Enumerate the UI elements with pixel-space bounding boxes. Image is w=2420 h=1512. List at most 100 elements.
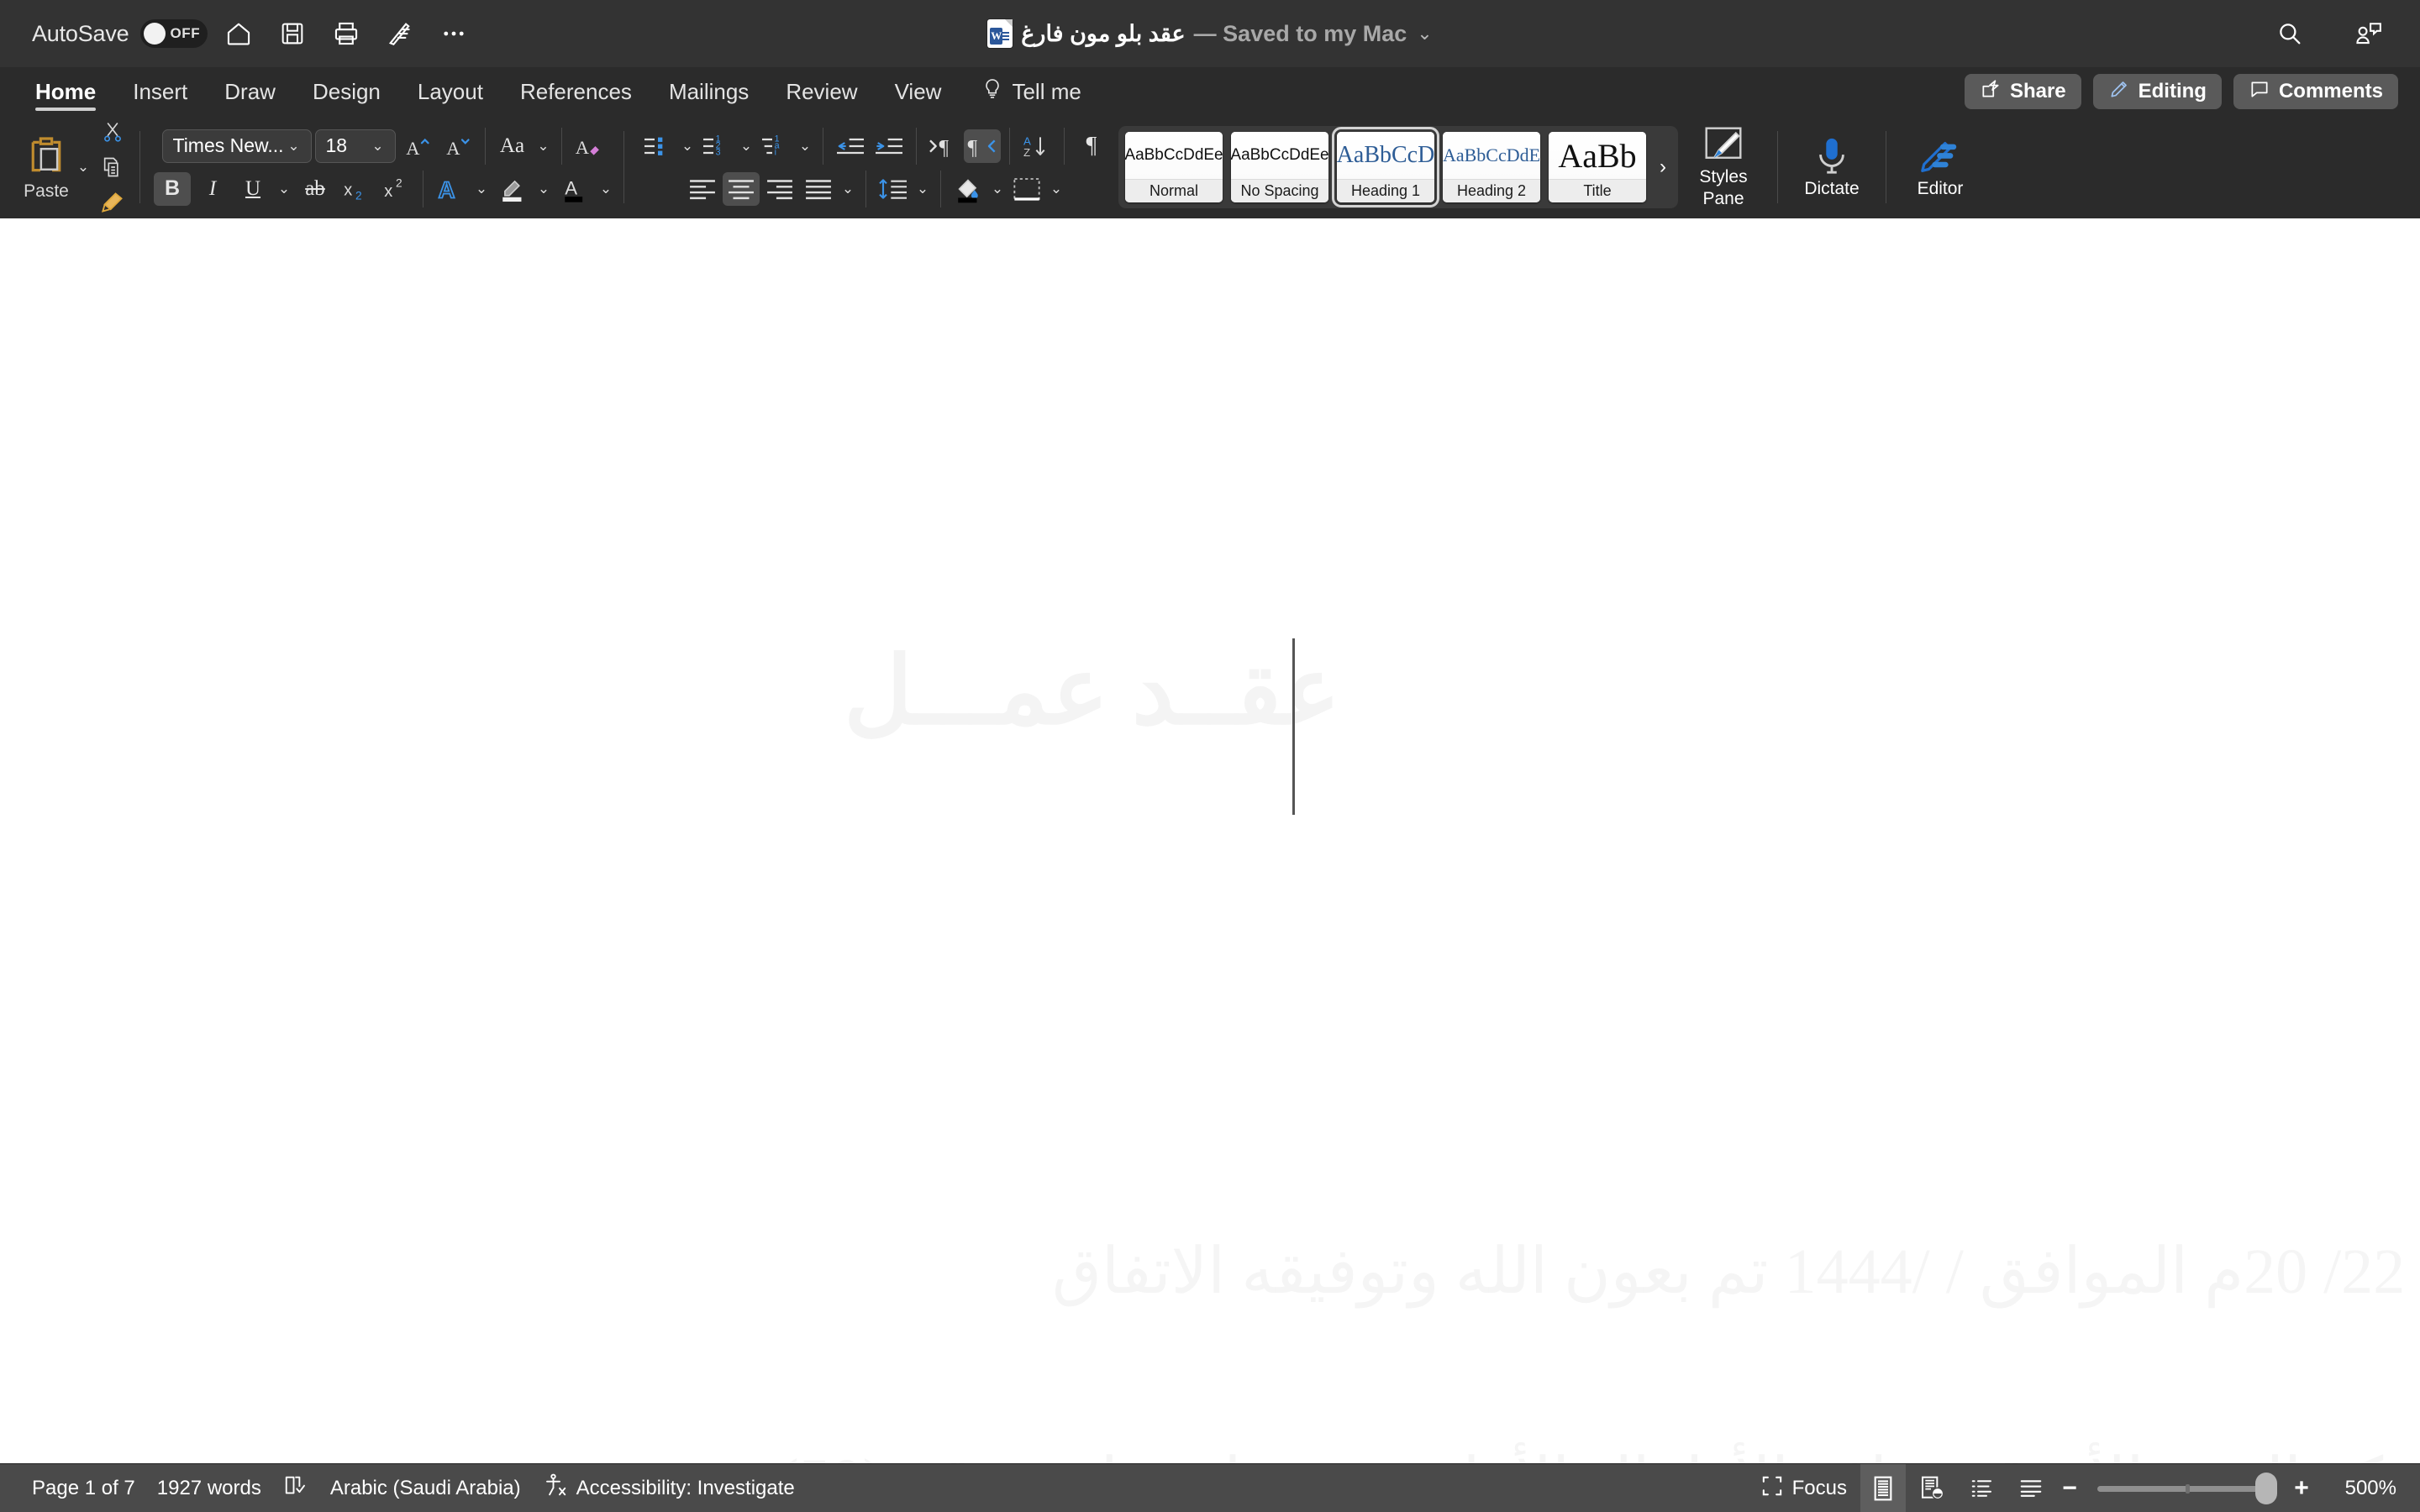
justify-chevron-icon[interactable]: ⌄ [839, 181, 857, 197]
save-icon[interactable] [270, 11, 315, 56]
align-right-icon[interactable] [761, 172, 798, 206]
home-icon[interactable] [216, 11, 261, 56]
tab-home[interactable]: Home [17, 67, 114, 116]
borders-chevron-icon[interactable]: ⌄ [1047, 181, 1065, 197]
multilevel-chevron-icon[interactable]: ⌄ [796, 138, 814, 155]
clipboard-small-tools [94, 115, 131, 219]
show-formatting-marks-icon[interactable]: ¶ [1073, 129, 1110, 163]
styles-pane-button[interactable]: Styles Pane [1678, 116, 1769, 218]
rtl-text-direction-icon[interactable]: ¶ [964, 129, 1001, 163]
align-left-icon[interactable] [684, 172, 721, 206]
align-center-icon[interactable] [723, 171, 760, 206]
subscript-button[interactable]: x2 [337, 172, 374, 206]
accessibility-status[interactable]: Accessibility: Investigate [543, 1473, 795, 1504]
multilevel-list-icon[interactable]: 1ai [757, 129, 794, 163]
style-heading-2[interactable]: AaBbCcDdE Heading 2 [1443, 132, 1540, 202]
share-button[interactable]: Share [1964, 74, 2081, 109]
zoom-out-button[interactable]: − [2057, 1474, 2082, 1503]
line-spacing-chevron-icon[interactable]: ⌄ [913, 181, 932, 197]
strikethrough-button[interactable]: ab [297, 172, 334, 206]
draft-view-button[interactable] [2008, 1464, 2054, 1512]
word-count[interactable]: 1927 words [157, 1477, 261, 1500]
tab-design[interactable]: Design [294, 67, 399, 116]
numbering-icon[interactable]: 123 [698, 129, 735, 163]
document-title[interactable]: عقد بلو مون فارغ [1021, 21, 1185, 47]
tab-view[interactable]: View [876, 67, 960, 116]
font-color-chevron-icon[interactable]: ⌄ [597, 181, 615, 197]
underline-chevron-icon[interactable]: ⌄ [275, 181, 293, 197]
zoom-in-button[interactable]: + [2289, 1474, 2314, 1503]
font-family-select[interactable]: Times New... ⌄ [161, 129, 312, 163]
tab-review[interactable]: Review [767, 67, 876, 116]
borders-icon[interactable] [1008, 172, 1045, 206]
document-paragraph-2[interactable]: /مركز القمر الأزرق ضيافة الأطفال الأهلية… [777, 1443, 2420, 1463]
bold-button[interactable]: B [154, 171, 191, 206]
page-indicator[interactable]: Page 1 of 7 [32, 1477, 135, 1500]
print-layout-view-button[interactable] [1860, 1464, 1906, 1512]
focus-button[interactable]: Focus [1750, 1464, 1857, 1512]
decrease-indent-icon[interactable] [832, 129, 869, 163]
format-painter-brush-icon[interactable] [94, 186, 131, 219]
style-normal[interactable]: AaBbCcDdEe Normal [1125, 132, 1223, 202]
font-color-icon[interactable]: A [556, 172, 593, 206]
collaborator-icon[interactable] [2346, 11, 2391, 56]
bullets-chevron-icon[interactable]: ⌄ [678, 138, 697, 155]
clear-formatting-icon[interactable]: A [571, 129, 608, 163]
zoom-slider[interactable] [2097, 1464, 2277, 1512]
tab-tell-me[interactable]: Tell me [960, 67, 1099, 116]
shading-chevron-icon[interactable]: ⌄ [988, 181, 1007, 197]
outline-view-button[interactable] [1960, 1464, 2005, 1512]
tab-references[interactable]: References [502, 67, 650, 116]
document-heading[interactable]: عقــد عمـــل [844, 637, 1340, 747]
autosave-toggle[interactable]: OFF [140, 19, 208, 48]
copy-icon[interactable] [94, 150, 131, 184]
text-effects-chevron-icon[interactable]: ⌄ [472, 181, 491, 197]
web-layout-view-button[interactable] [1909, 1464, 1956, 1512]
font-size-select[interactable]: 18 ⌄ [314, 129, 396, 163]
text-effects-icon[interactable]: A [432, 172, 469, 206]
document-canvas[interactable]: عقــد عمـــل ـوم / 22/ 20م الموافق / /14… [0, 218, 2420, 1463]
shrink-font-icon[interactable]: A [439, 129, 476, 163]
comments-button[interactable]: Comments [2233, 74, 2398, 109]
tab-insert[interactable]: Insert [114, 67, 206, 116]
sort-icon[interactable]: AZ [1018, 129, 1055, 163]
italic-button[interactable]: I [194, 172, 231, 206]
chevron-down-icon[interactable]: ⌄ [1417, 23, 1432, 45]
numbering-chevron-icon[interactable]: ⌄ [737, 138, 755, 155]
tab-mailings[interactable]: Mailings [650, 67, 767, 116]
zoom-handle[interactable] [2255, 1473, 2277, 1504]
dictate-button[interactable]: Dictate [1786, 116, 1877, 218]
increase-indent-icon[interactable] [871, 129, 908, 163]
line-spacing-icon[interactable] [875, 172, 912, 206]
paste-options-chevron-icon[interactable]: ⌄ [74, 159, 92, 176]
document-paragraph-1[interactable]: ـوم / 22/ 20م الموافق / /1444 تم بعون ال… [1052, 1233, 2420, 1309]
underline-button[interactable]: U [234, 172, 271, 206]
style-heading-1[interactable]: AaBbCcD Heading 1 [1332, 127, 1439, 207]
more-options-icon[interactable] [431, 11, 476, 56]
search-icon[interactable] [2267, 11, 2312, 56]
highlight-chevron-icon[interactable]: ⌄ [534, 181, 553, 197]
style-title[interactable]: AaBb Title [1549, 132, 1646, 202]
ltr-text-direction-icon[interactable]: ¶ [925, 129, 962, 163]
editing-button[interactable]: Editing [2092, 74, 2222, 109]
highlight-color-icon[interactable] [494, 172, 531, 206]
change-case-chevron-icon[interactable]: ⌄ [534, 138, 553, 155]
language-indicator[interactable]: Arabic (Saudi Arabia) [330, 1477, 521, 1500]
justify-icon[interactable] [800, 172, 837, 206]
print-icon[interactable] [324, 11, 369, 56]
superscript-button[interactable]: x2 [377, 172, 414, 206]
bullets-icon[interactable] [639, 129, 676, 163]
paste-button[interactable]: Paste [18, 133, 74, 202]
proofing-status[interactable] [283, 1473, 308, 1503]
style-no-spacing[interactable]: AaBbCcDdEe No Spacing [1231, 132, 1328, 202]
grow-font-icon[interactable]: A [399, 129, 436, 163]
format-painter-icon[interactable] [377, 11, 423, 56]
cut-icon[interactable] [94, 115, 131, 149]
editor-button[interactable]: Editor [1895, 116, 1986, 218]
styles-gallery-next-icon[interactable]: › [1655, 155, 1671, 179]
tab-layout[interactable]: Layout [399, 67, 502, 116]
zoom-level-label[interactable]: 500% [2328, 1477, 2396, 1500]
change-case-icon[interactable]: Aa [494, 129, 531, 163]
tab-draw[interactable]: Draw [206, 67, 294, 116]
shading-icon[interactable] [950, 172, 986, 206]
